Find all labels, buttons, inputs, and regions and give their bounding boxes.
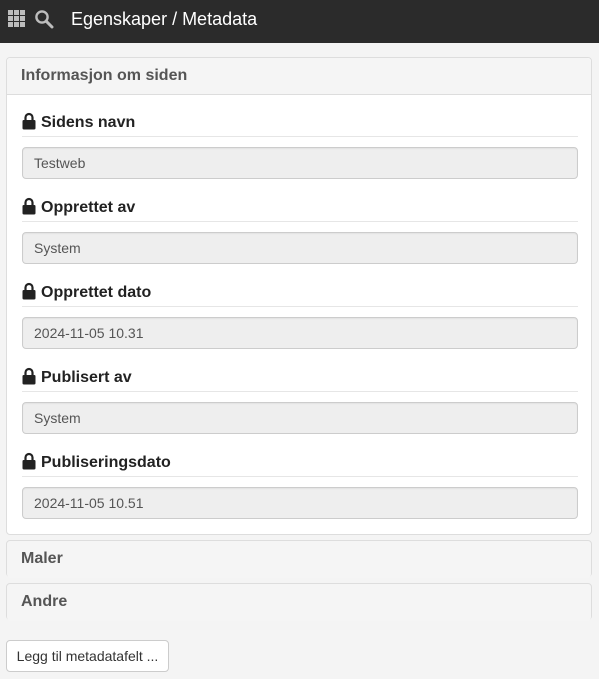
top-bar: Egenskaper / Metadata xyxy=(0,0,599,43)
page-name-field[interactable] xyxy=(22,147,578,179)
info-panel-heading[interactable]: Informasjon om siden xyxy=(7,58,591,95)
other-panel-heading[interactable]: Andre xyxy=(7,584,591,621)
lock-icon xyxy=(22,197,36,215)
published-date-field[interactable] xyxy=(22,487,578,519)
grid-icon[interactable] xyxy=(8,10,25,27)
page-title: Egenskaper / Metadata xyxy=(71,9,258,29)
field-published-date: Publiseringsdato xyxy=(22,451,578,519)
templates-panel[interactable]: Maler xyxy=(6,540,592,578)
field-label: Opprettet dato xyxy=(41,284,152,301)
field-page-name: Sidens navn xyxy=(22,111,578,179)
other-panel[interactable]: Andre xyxy=(6,583,592,621)
field-label: Opprettet av xyxy=(41,199,136,216)
created-by-field[interactable] xyxy=(22,232,578,264)
field-label: Publisert av xyxy=(41,369,132,386)
add-metadata-field-button[interactable]: Legg til metadatafelt ... xyxy=(6,640,169,672)
field-label: Sidens navn xyxy=(41,114,136,131)
lock-icon xyxy=(22,452,36,470)
field-label: Publiseringsdato xyxy=(41,454,171,471)
field-created-date: Opprettet dato xyxy=(22,281,578,349)
field-published-by: Publisert av xyxy=(22,366,578,434)
lock-icon xyxy=(22,367,36,385)
field-created-by: Opprettet av xyxy=(22,196,578,264)
info-panel: Informasjon om siden Sidens navn Opprett… xyxy=(6,57,592,535)
search-icon[interactable] xyxy=(34,9,54,29)
lock-icon xyxy=(22,112,36,130)
created-date-field[interactable] xyxy=(22,317,578,349)
templates-panel-heading[interactable]: Maler xyxy=(7,541,591,578)
published-by-field[interactable] xyxy=(22,402,578,434)
lock-icon xyxy=(22,282,36,300)
